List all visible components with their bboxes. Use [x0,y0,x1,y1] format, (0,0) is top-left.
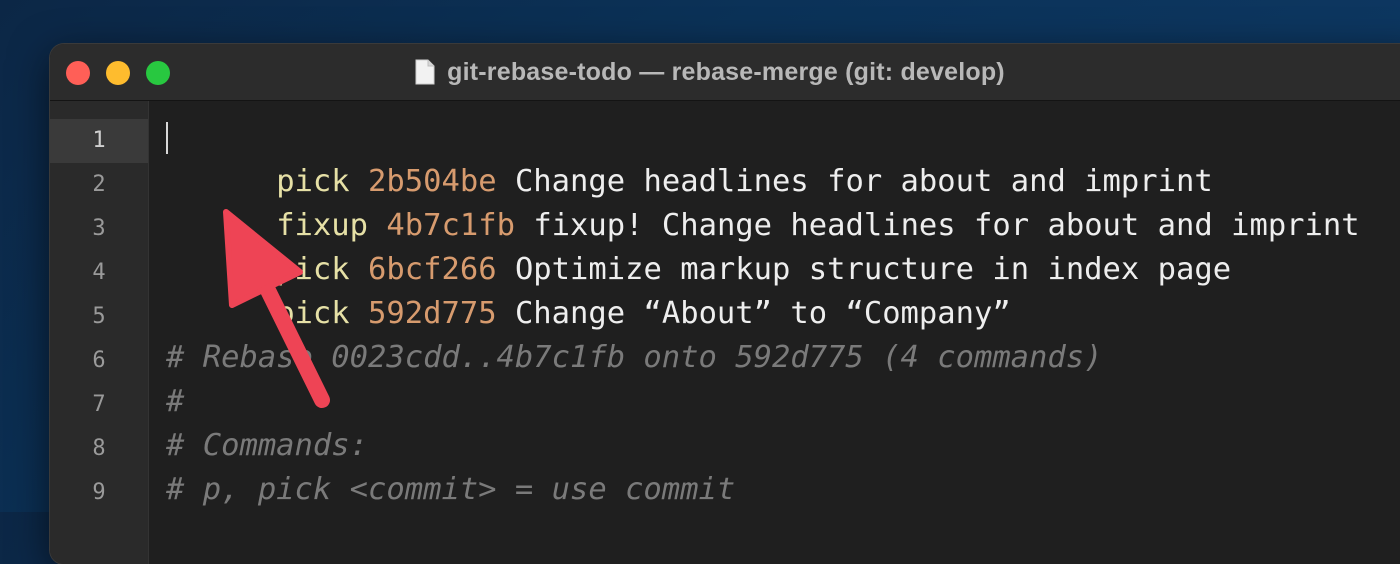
comment-line[interactable]: # Rebase 0023cdd..4b7c1fb onto 592d775 (… [166,336,1103,380]
text-cursor [166,122,168,154]
line-number: 6 [92,348,106,373]
title-bar: git-rebase-todo — rebase-merge (git: dev… [50,44,1400,101]
window-title: git-rebase-todo — rebase-merge (git: dev… [447,57,1005,86]
comment-line[interactable]: # [166,380,184,424]
comment-line[interactable]: # Commands: [166,424,368,468]
commit-hash: 592d775 [368,296,497,331]
text-editor-area[interactable]: pick 2b504be Change headlines for about … [166,116,1400,564]
line-number: 5 [92,304,106,329]
line-number: 9 [92,480,106,505]
rebase-todo-line[interactable]: pick 592d775 Change “About” to “Company” [166,248,1011,331]
line-number: 1 [50,119,148,163]
line-number: 4 [92,260,106,285]
line-number: 8 [92,436,106,461]
line-number: 7 [92,392,106,417]
document-icon [415,59,435,85]
rebase-todo-line[interactable]: pick 6bcf266 Optimize markup structure i… [166,204,1231,287]
rebase-todo-line[interactable]: pick 2b504be Change headlines for about … [166,116,1213,199]
line-number-gutter: 1 2 3 4 5 6 7 8 9 [50,101,149,564]
window-title-group: git-rebase-todo — rebase-merge (git: dev… [50,44,1370,100]
line-number: 3 [92,216,106,241]
rebase-command: pick [276,296,350,331]
rebase-todo-line[interactable]: fixup 4b7c1fb fixup! Change headlines fo… [166,160,1359,243]
comment-line[interactable]: # p, pick <commit> = use commit [166,468,735,512]
commit-message: Change “About” to “Company” [514,296,1011,331]
editor-window: git-rebase-todo — rebase-merge (git: dev… [50,44,1400,564]
line-number: 2 [92,172,106,197]
